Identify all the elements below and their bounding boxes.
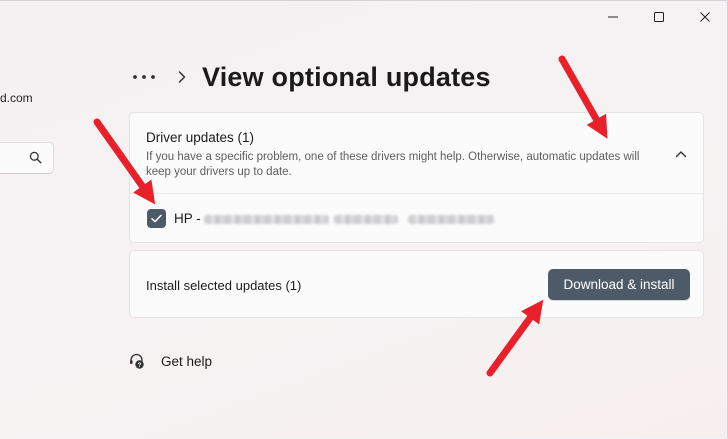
close-icon — [700, 12, 710, 22]
get-help-link[interactable]: ? Get help — [128, 349, 212, 373]
chevron-up-icon — [675, 151, 687, 158]
collapse-button[interactable] — [672, 146, 690, 162]
install-updates-card: Install selected updates (1) Download & … — [129, 250, 704, 318]
maximize-icon — [654, 12, 664, 22]
page-title: View optional updates — [202, 61, 491, 92]
driver-name: HP - — [174, 211, 201, 226]
minimize-button[interactable] — [590, 1, 636, 33]
redacted-driver-version — [334, 215, 398, 224]
driver-list-item: HP - — [130, 194, 703, 244]
driver-updates-description: If you have a specific problem, one of t… — [146, 151, 640, 178]
svg-text:?: ? — [138, 363, 142, 369]
breadcrumb: View optional updates — [130, 57, 491, 97]
download-install-button[interactable]: Download & install — [548, 269, 690, 300]
driver-updates-header[interactable]: Driver updates (1) If you have a specifi… — [130, 113, 703, 194]
search-input[interactable] — [0, 142, 54, 174]
more-horizontal-icon — [133, 75, 155, 79]
driver-checkbox[interactable] — [147, 209, 166, 228]
driver-updates-title: Driver updates (1) — [146, 130, 255, 145]
driver-updates-card: Driver updates (1) If you have a specifi… — [129, 112, 704, 243]
checkmark-icon — [151, 214, 162, 223]
search-icon — [29, 151, 42, 164]
redacted-driver-name — [204, 215, 329, 224]
settings-window: d.com View optional updates Driver updat… — [0, 0, 728, 438]
get-help-label: Get help — [161, 353, 213, 369]
minimize-icon — [608, 16, 618, 18]
maximize-button[interactable] — [636, 1, 682, 33]
get-help-icon: ? — [130, 353, 144, 369]
account-email: d.com — [0, 91, 33, 105]
breadcrumb-more-button[interactable] — [130, 67, 158, 87]
redacted-driver-date — [408, 215, 494, 224]
close-button[interactable] — [682, 1, 728, 33]
install-selected-label: Install selected updates (1) — [146, 278, 302, 293]
chevron-right-icon — [178, 71, 186, 83]
